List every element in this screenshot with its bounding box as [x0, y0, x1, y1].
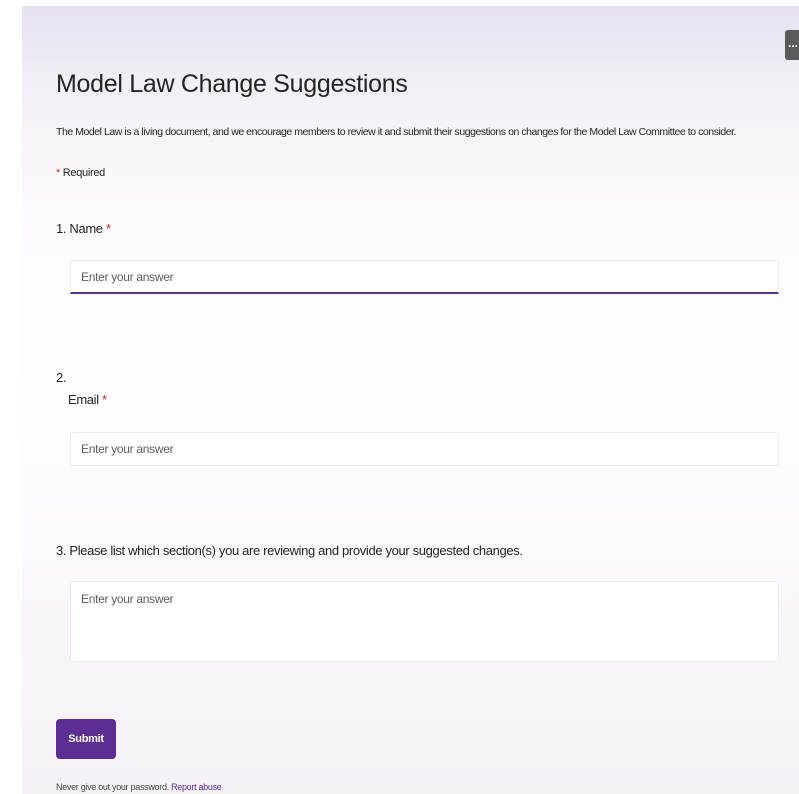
- form-title: Model Law Change Suggestions: [56, 70, 408, 98]
- changes-textarea[interactable]: [70, 581, 779, 662]
- more-options-button[interactable]: ...: [785, 30, 799, 60]
- email-input[interactable]: [70, 432, 779, 466]
- question-email-label: Email *: [68, 392, 107, 407]
- required-note: * Required: [56, 167, 105, 179]
- report-abuse-link[interactable]: Report abuse: [171, 782, 222, 792]
- question-email-number: 2.: [56, 370, 67, 385]
- question-email-text: Email: [68, 392, 99, 407]
- footer-password-notice: Never give out your password.: [56, 782, 169, 792]
- form-page: ... Model Law Change Suggestions The Mod…: [0, 0, 799, 794]
- required-note-text: Required: [62, 167, 106, 179]
- footer: Never give out your password. Report abu…: [56, 782, 222, 792]
- question-name-text: 1. Name: [56, 221, 103, 236]
- more-options-icon: ...: [788, 36, 799, 50]
- required-asterisk: *: [102, 392, 107, 407]
- name-input[interactable]: [70, 260, 779, 294]
- form-panel: [22, 6, 799, 794]
- submit-button[interactable]: Submit: [56, 719, 116, 759]
- question-name-label: 1. Name *: [56, 221, 111, 236]
- required-asterisk: *: [56, 167, 60, 179]
- required-asterisk: *: [105, 221, 111, 236]
- form-description: The Model Law is a living document, and …: [56, 126, 737, 138]
- question-changes-label: 3. Please list which section(s) you are …: [56, 543, 523, 558]
